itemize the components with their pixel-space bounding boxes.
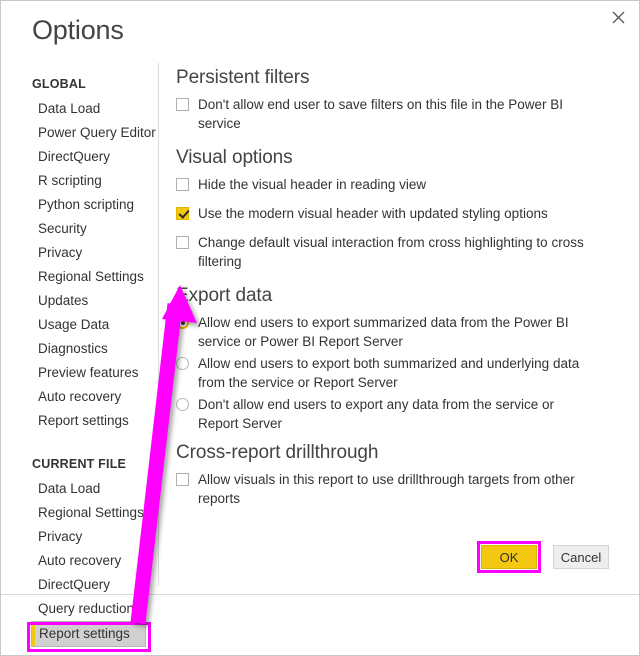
settings-panel: Persistent filters Don't allow end user … (176, 67, 626, 522)
panel-divider (158, 63, 159, 586)
option-label-drillthrough-targets: Allow visuals in this report to use dril… (198, 472, 575, 506)
sidebar-item-report-settings-global[interactable]: Report settings (1, 409, 158, 433)
sidebar-item-power-query-editor[interactable]: Power Query Editor (1, 121, 158, 145)
sidebar-item-cf-data-load[interactable]: Data Load (1, 477, 158, 501)
option-row-export-summarized[interactable]: Allow end users to export summarized dat… (176, 313, 626, 351)
section-export-data: Export data Allow end users to export su… (176, 285, 626, 433)
option-label-save-filters: Don't allow end user to save filters on … (198, 97, 564, 131)
dialog-footer: OK Cancel (1, 541, 639, 655)
sidebar-item-regional-settings[interactable]: Regional Settings (1, 265, 158, 289)
radio-export-none[interactable] (176, 398, 189, 411)
checkbox-save-filters[interactable] (176, 98, 189, 111)
checkbox-hide-visual-header[interactable] (176, 178, 189, 191)
sidebar-group-title-current-file: CURRENT FILE (32, 457, 127, 471)
section-persistent-filters: Persistent filters Don't allow end user … (176, 67, 626, 133)
radio-export-underlying[interactable] (176, 357, 189, 370)
option-label-cross-filtering-default: Change default visual interaction from c… (198, 235, 584, 269)
sidebar: GLOBAL Data Load Power Query Editor Dire… (1, 71, 158, 649)
cancel-button[interactable]: Cancel (553, 545, 609, 569)
option-label-hide-visual-header: Hide the visual header in reading view (198, 177, 427, 192)
section-visual-options: Visual options Hide the visual header in… (176, 147, 626, 271)
sidebar-group-title-global: GLOBAL (32, 77, 86, 91)
option-row-export-none[interactable]: Don't allow end users to export any data… (176, 395, 626, 433)
options-dialog: Options GLOBAL Data Load Power Query Edi… (0, 0, 640, 656)
option-row-drillthrough-targets[interactable]: Allow visuals in this report to use dril… (176, 470, 626, 508)
option-label-export-underlying: Allow end users to export both summarize… (198, 356, 580, 390)
section-cross-report-drillthrough: Cross-report drillthrough Allow visuals … (176, 442, 626, 508)
sidebar-item-usage-data[interactable]: Usage Data (1, 313, 158, 337)
option-label-export-none: Don't allow end users to export any data… (198, 397, 555, 431)
section-title-cross-report-drillthrough: Cross-report drillthrough (176, 442, 379, 463)
sidebar-item-cf-regional-settings[interactable]: Regional Settings (1, 501, 158, 525)
section-title-export-data: Export data (176, 285, 273, 306)
sidebar-item-security[interactable]: Security (1, 217, 158, 241)
option-row-cross-filtering-default[interactable]: Change default visual interaction from c… (176, 233, 626, 271)
option-label-export-summarized: Allow end users to export summarized dat… (198, 315, 569, 349)
sidebar-item-updates[interactable]: Updates (1, 289, 158, 313)
section-title-persistent-filters: Persistent filters (176, 67, 310, 88)
sidebar-item-directquery[interactable]: DirectQuery (1, 145, 158, 169)
sidebar-item-preview-features[interactable]: Preview features (1, 361, 158, 385)
checkbox-drillthrough-targets[interactable] (176, 473, 189, 486)
sidebar-item-r-scripting[interactable]: R scripting (1, 169, 158, 193)
sidebar-item-privacy[interactable]: Privacy (1, 241, 158, 265)
close-icon[interactable] (603, 3, 633, 31)
page-title: Options (32, 15, 124, 45)
sidebar-group-global: GLOBAL Data Load Power Query Editor Dire… (1, 77, 158, 433)
checkbox-modern-visual-header[interactable] (176, 207, 189, 220)
sidebar-item-diagnostics[interactable]: Diagnostics (1, 337, 158, 361)
section-title-visual-options: Visual options (176, 147, 293, 168)
dialog-titlebar: Options (1, 1, 639, 63)
sidebar-item-data-load[interactable]: Data Load (1, 97, 158, 121)
option-label-modern-visual-header: Use the modern visual header with update… (198, 206, 548, 221)
option-row-export-underlying[interactable]: Allow end users to export both summarize… (176, 354, 626, 392)
radio-export-summarized[interactable] (176, 316, 189, 329)
ok-button[interactable]: OK (481, 545, 537, 569)
sidebar-item-cf-auto-recovery[interactable]: Auto recovery (1, 549, 158, 573)
sidebar-item-auto-recovery[interactable]: Auto recovery (1, 385, 158, 409)
sidebar-item-python-scripting[interactable]: Python scripting (1, 193, 158, 217)
option-row-hide-visual-header[interactable]: Hide the visual header in reading view (176, 175, 626, 194)
checkbox-cross-filtering-default[interactable] (176, 236, 189, 249)
sidebar-item-cf-privacy[interactable]: Privacy (1, 525, 158, 549)
option-row-modern-visual-header[interactable]: Use the modern visual header with update… (176, 204, 626, 223)
option-row-save-filters[interactable]: Don't allow end user to save filters on … (176, 95, 626, 133)
